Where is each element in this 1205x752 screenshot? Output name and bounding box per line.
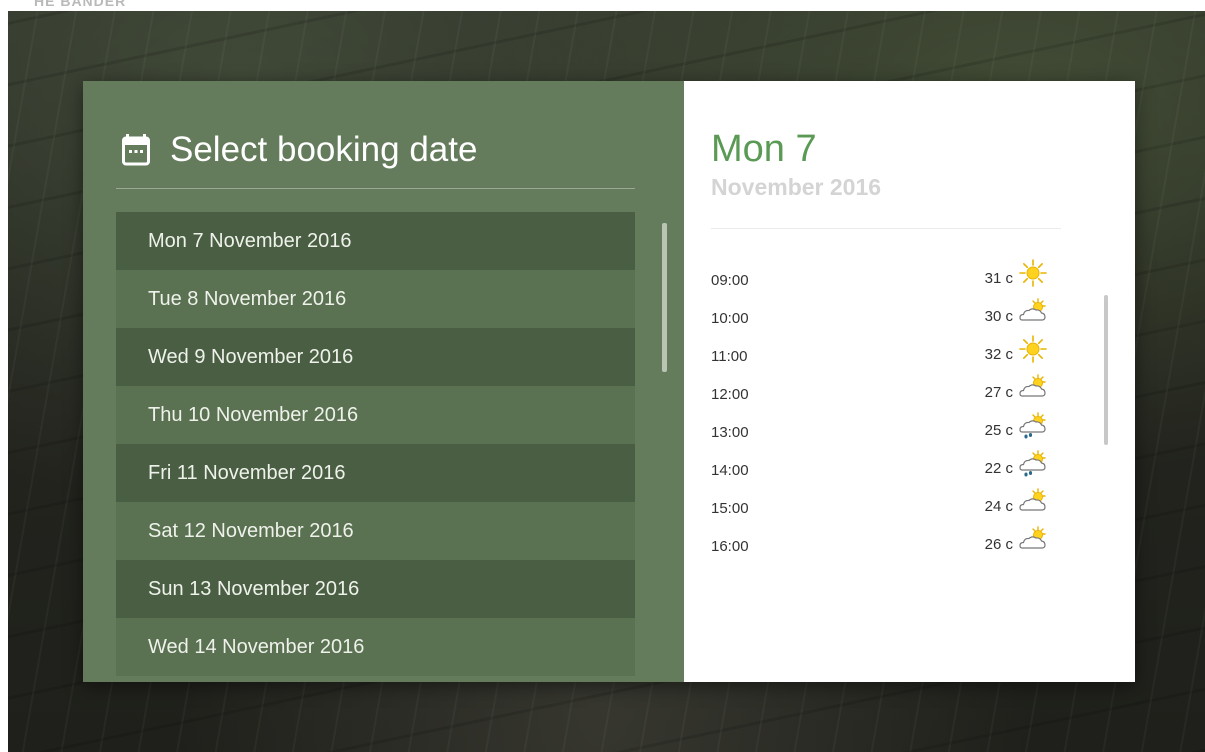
partly-cloudy-icon [1019, 374, 1046, 397]
date-item[interactable]: Mon 7 November 2016 [116, 212, 635, 270]
hour-temperature: 30 c [984, 308, 1013, 325]
sun-showers-icon [1019, 450, 1046, 477]
booking-card: Select booking date Mon 7 November 2016 … [83, 81, 1135, 682]
selected-day: Mon 7 [711, 128, 817, 170]
hourly-forecast-list: 09:00 31 c 10:00 30 c 11:00 32 c 12:00 2… [711, 259, 1091, 568]
hour-time: 15:00 [711, 500, 749, 517]
hour-time: 11:00 [711, 348, 748, 365]
date-item[interactable]: Fri 11 November 2016 [116, 444, 635, 502]
left-frame-edge [0, 0, 8, 752]
partly-cloudy-icon [1019, 298, 1046, 321]
hour-time: 14:00 [711, 462, 749, 479]
weather-panel: Mon 7 November 2016 09:00 31 c 10:00 30 … [684, 81, 1135, 682]
hour-temperature: 26 c [984, 536, 1013, 553]
date-item[interactable]: Thu 10 November 2016 [116, 386, 635, 444]
hour-time: 10:00 [711, 310, 749, 327]
sunny-icon [1019, 259, 1047, 287]
date-item[interactable]: Sat 12 November 2016 [116, 502, 635, 560]
calendar-icon [122, 134, 150, 166]
date-item[interactable]: Tue 8 November 2016 [116, 270, 635, 328]
hour-temperature: 31 c [984, 270, 1013, 287]
selected-month: November 2016 [711, 174, 882, 200]
hour-row[interactable]: 16:00 26 c [711, 526, 1091, 568]
hour-temperature: 27 c [984, 384, 1013, 401]
hour-time: 09:00 [711, 272, 749, 289]
hour-temperature: 25 c [984, 422, 1013, 439]
date-item[interactable]: Wed 9 November 2016 [116, 328, 635, 386]
hour-time: 13:00 [711, 424, 749, 441]
hour-temperature: 24 c [984, 498, 1013, 515]
date-item[interactable]: Sun 13 November 2016 [116, 560, 635, 618]
panel-header: Select booking date [116, 126, 635, 189]
page-background: HE BANDER Select booking date Mon 7 Nove… [0, 0, 1205, 752]
partly-cloudy-icon [1019, 488, 1046, 511]
date-selection-panel: Select booking date Mon 7 November 2016 … [83, 81, 684, 682]
top-strip: HE BANDER [8, 0, 1205, 11]
sun-showers-icon [1019, 412, 1046, 439]
sunny-icon [1019, 335, 1047, 363]
date-item[interactable]: Wed 14 November 2016 [116, 618, 635, 676]
background-top-text: HE BANDER [34, 0, 127, 9]
panel-title: Select booking date [170, 130, 478, 169]
hour-temperature: 22 c [984, 460, 1013, 477]
hour-time: 12:00 [711, 386, 749, 403]
partly-cloudy-icon [1019, 526, 1046, 549]
forecast-scrollbar[interactable] [1104, 295, 1108, 445]
divider [711, 228, 1061, 229]
date-list: Mon 7 November 2016 Tue 8 November 2016 … [116, 212, 635, 676]
date-list-scrollbar[interactable] [662, 223, 667, 372]
hour-time: 16:00 [711, 538, 749, 555]
hour-temperature: 32 c [984, 346, 1013, 363]
